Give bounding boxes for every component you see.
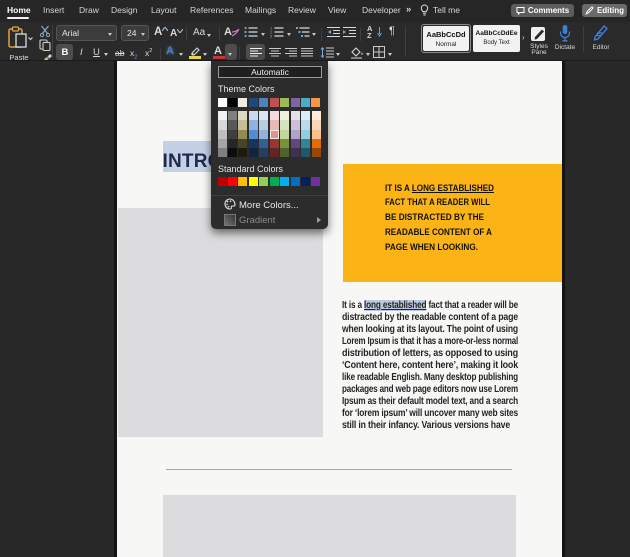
svg-text:3: 3 bbox=[270, 34, 273, 39]
